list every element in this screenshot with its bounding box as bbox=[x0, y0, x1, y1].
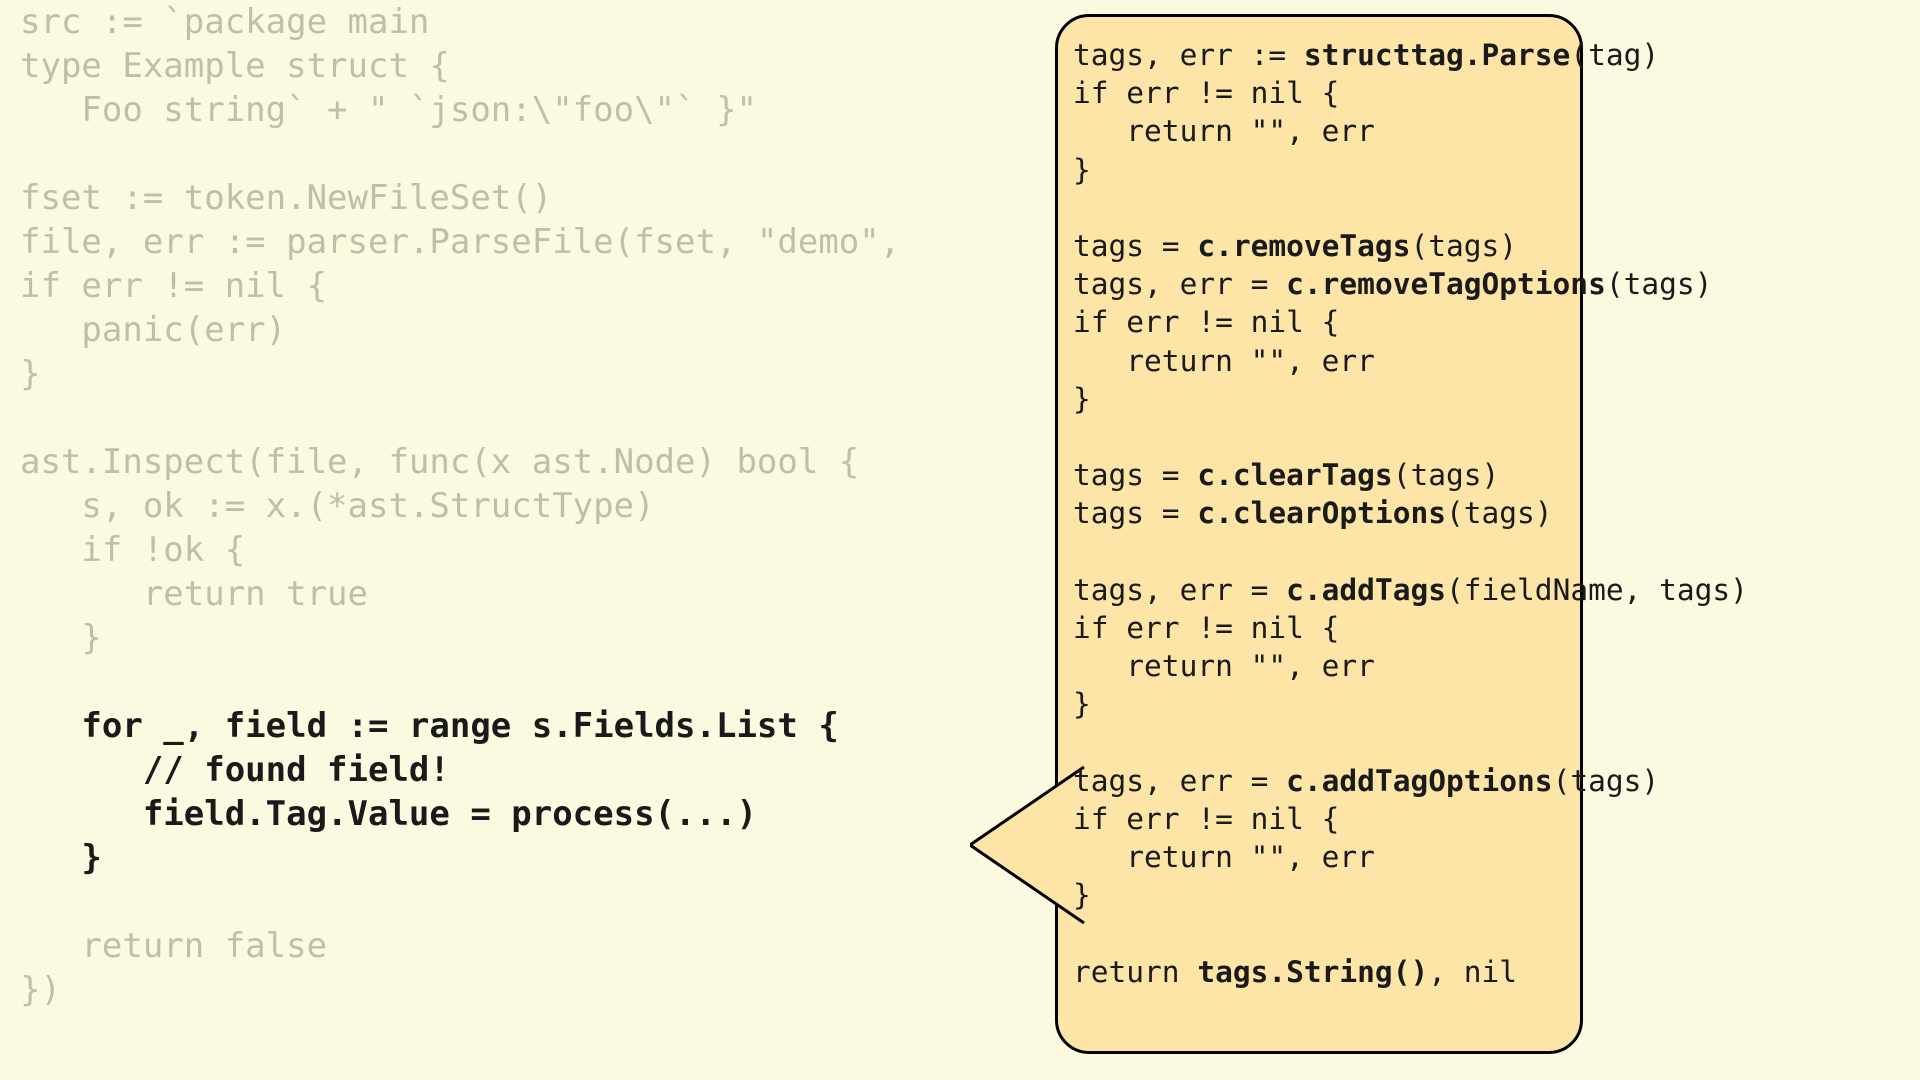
code-line: ast.Inspect(file, func(x ast.Node) bool … bbox=[20, 442, 859, 482]
code-line: } bbox=[20, 354, 40, 394]
code-line: if !ok { bbox=[20, 530, 245, 570]
callout-code-block: tags, err := structtag.Parse(tag) if err… bbox=[1073, 36, 1748, 991]
callout-pointer-icon bbox=[970, 760, 1090, 930]
code-line: }) bbox=[20, 970, 61, 1010]
code-line: tags, err = c.addTags(fieldName, tags) bbox=[1073, 573, 1748, 607]
code-line: type Example struct { bbox=[20, 46, 450, 86]
code-line: if err != nil { bbox=[1073, 611, 1339, 645]
code-line-highlight: } bbox=[20, 838, 102, 878]
code-line: Foo string` + " `json:\"foo\"` }" bbox=[20, 90, 757, 130]
code-line: fset := token.NewFileSet() bbox=[20, 178, 552, 218]
code-line: } bbox=[1073, 687, 1091, 721]
code-line: tags, err := structtag.Parse(tag) bbox=[1073, 38, 1659, 72]
code-line: tags = c.clearOptions(tags) bbox=[1073, 496, 1553, 530]
code-line: return "", err bbox=[1073, 649, 1375, 683]
code-line: tags = c.removeTags(tags) bbox=[1073, 229, 1517, 263]
code-line: return "", err bbox=[1073, 344, 1375, 378]
code-line: } bbox=[20, 618, 102, 658]
code-line: return false bbox=[20, 926, 327, 966]
code-line-highlight: // found field! bbox=[20, 750, 450, 790]
code-line-highlight: field.Tag.Value = process(...) bbox=[20, 794, 757, 834]
code-line: return "", err bbox=[1073, 114, 1375, 148]
code-line: panic(err) bbox=[20, 310, 286, 350]
slide-stage: src := `package main type Example struct… bbox=[0, 0, 1920, 1080]
code-line: return true bbox=[20, 574, 368, 614]
code-line: tags = c.clearTags(tags) bbox=[1073, 458, 1499, 492]
code-line: } bbox=[1073, 878, 1091, 912]
code-line: } bbox=[1073, 382, 1091, 416]
code-line: tags, err = c.addTagOptions(tags) bbox=[1073, 764, 1659, 798]
code-line: return tags.String(), nil bbox=[1073, 955, 1517, 989]
code-line-highlight: for _, field := range s.Fields.List { bbox=[20, 706, 839, 746]
code-line: if err != nil { bbox=[1073, 802, 1339, 836]
code-line: s, ok := x.(*ast.StructType) bbox=[20, 486, 655, 526]
code-line: return "", err bbox=[1073, 840, 1375, 874]
code-line: if err != nil { bbox=[1073, 76, 1339, 110]
left-code-block: src := `package main type Example struct… bbox=[20, 0, 900, 1012]
code-line: if err != nil { bbox=[20, 266, 327, 306]
code-line: if err != nil { bbox=[1073, 305, 1339, 339]
code-line: tags, err = c.removeTagOptions(tags) bbox=[1073, 267, 1712, 301]
code-line: } bbox=[1073, 153, 1091, 187]
code-line: file, err := parser.ParseFile(fset, "dem… bbox=[20, 222, 900, 262]
code-line: src := `package main bbox=[20, 2, 429, 42]
